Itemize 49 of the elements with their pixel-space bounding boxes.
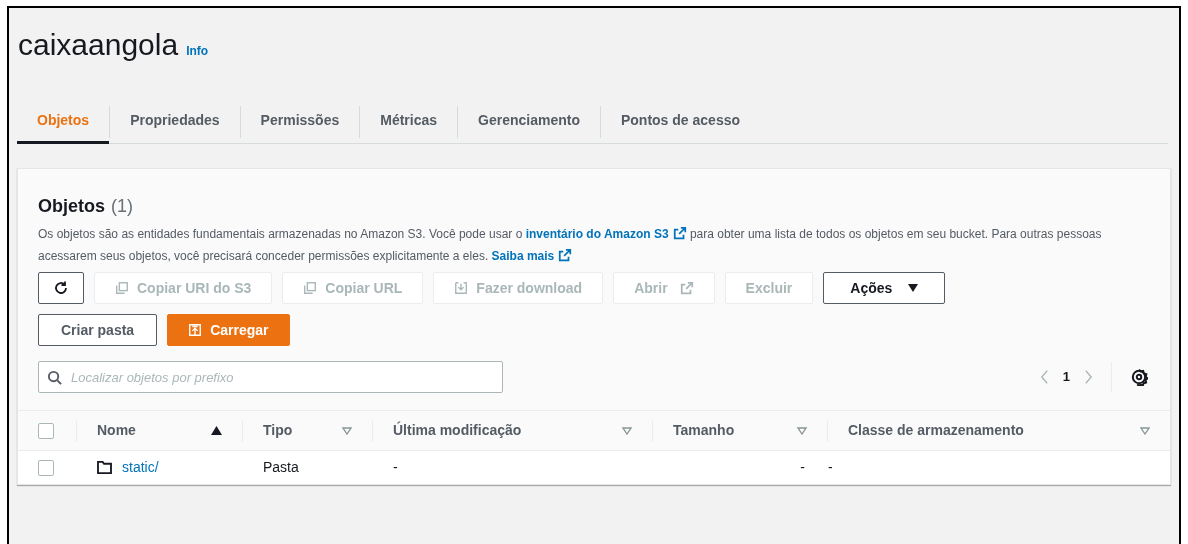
page-number[interactable]: 1	[1062, 367, 1070, 387]
info-link[interactable]: Info	[186, 42, 209, 60]
caret-down-icon	[908, 284, 919, 292]
object-link[interactable]: static/	[122, 457, 159, 478]
copy-icon	[303, 281, 318, 295]
column-header[interactable]: Nome	[97, 420, 136, 441]
tab[interactable]: Pontos de acesso	[600, 100, 760, 144]
upload-icon	[188, 323, 203, 337]
sort-icon[interactable]	[622, 426, 632, 435]
copy-icon	[115, 281, 129, 295]
sort-icon[interactable]	[797, 426, 807, 435]
sort-icon[interactable]	[1140, 426, 1150, 435]
object-count: (1)	[111, 195, 133, 218]
table-cell: -	[393, 459, 398, 475]
table-cell: Pasta	[263, 459, 299, 475]
search-icon	[47, 370, 62, 385]
sort-ascending-icon[interactable]	[211, 426, 222, 435]
sort-icon[interactable]	[342, 426, 352, 435]
refresh-icon	[53, 280, 69, 296]
column-header[interactable]: Tamanho	[673, 420, 735, 441]
search-field[interactable]: Localizar objetos por prefixo	[38, 361, 503, 393]
chevron-left-icon	[1039, 369, 1049, 385]
external-link-icon	[558, 248, 573, 262]
row-checkbox[interactable]	[38, 459, 54, 476]
refresh-button[interactable]	[38, 272, 84, 304]
create-folder-button[interactable]: Criar pasta	[38, 314, 158, 346]
folder-icon	[97, 461, 112, 474]
chevron-right-icon	[1084, 369, 1093, 385]
tab[interactable]: Propriedades	[110, 100, 240, 144]
external-link[interactable]: Saiba mais	[491, 249, 573, 263]
table-cell: -	[800, 459, 805, 475]
tab[interactable]: Gerenciamento	[458, 100, 600, 144]
table-cell: -	[828, 459, 833, 475]
column-header[interactable]: Tipo	[263, 420, 293, 441]
tab[interactable]: Permissões	[240, 100, 360, 144]
select-all-checkbox[interactable]	[38, 422, 54, 439]
external-link[interactable]: inventário do Amazon S3	[525, 227, 687, 241]
column-header[interactable]: Classe de armazenamento	[848, 420, 1024, 441]
tab[interactable]: Métricas	[360, 100, 458, 144]
panel-description: Os objetos são as entidades fundamentais armazenadas no Amazon S3. Você pode usar o inventário do Amazon S3 para obter uma lista de todos os objetos em seu bucket. Para outras pessoas acessarem seus objetos, você precisará conceder permissões explicitamente a eles. Saiba mais	[38, 225, 1103, 265]
settings-icon	[1130, 368, 1148, 386]
column-header[interactable]: Última modificação	[393, 420, 522, 441]
settings-button[interactable]	[1130, 368, 1148, 386]
external-link-icon	[672, 226, 687, 240]
download-icon	[454, 281, 469, 295]
actions-dropdown[interactable]: Ações	[823, 272, 946, 304]
external-link-icon	[679, 281, 694, 295]
panel-title: Objetos	[38, 195, 105, 218]
bucket-title: caixaangola	[18, 27, 179, 63]
